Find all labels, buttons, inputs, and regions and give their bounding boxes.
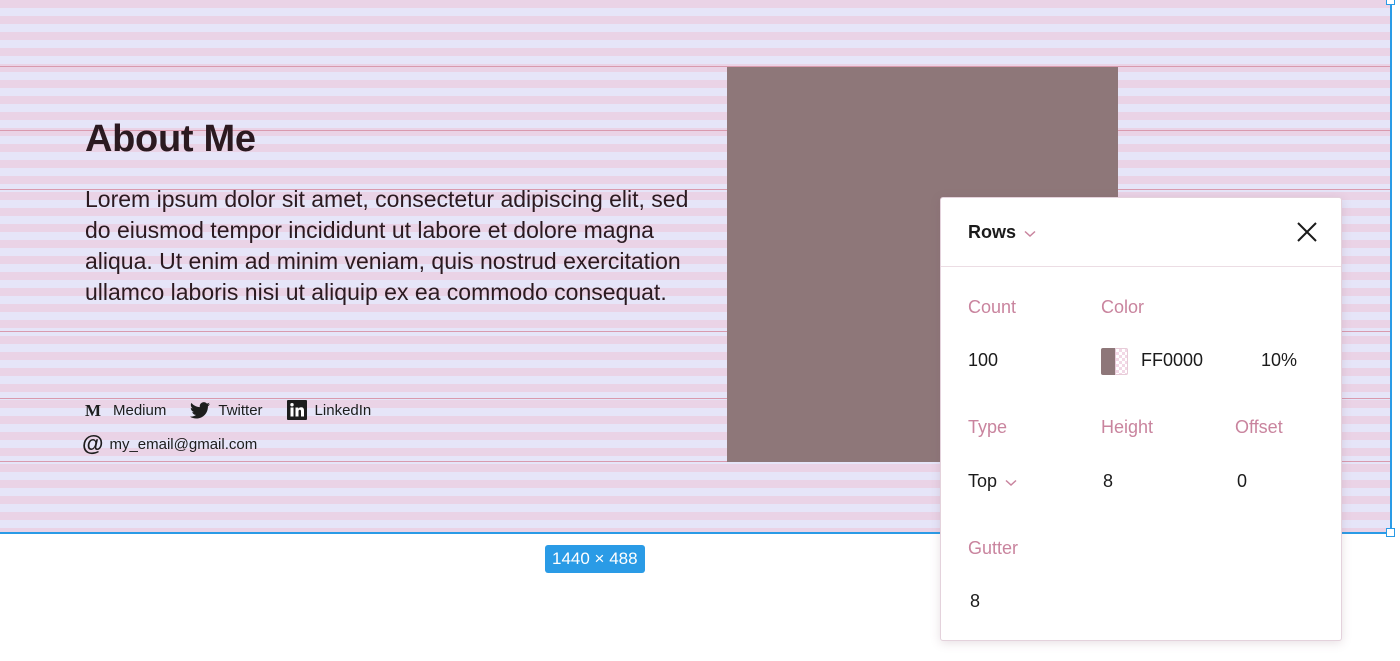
svg-text:M: M (85, 402, 101, 418)
type-label: Type (968, 417, 1008, 437)
medium-icon: M (85, 402, 105, 418)
layout-grid-panel: Rows Count Color 100 FF0000 10% Type Hei… (940, 197, 1342, 641)
social-link-linkedin[interactable]: LinkedIn (286, 400, 372, 420)
panel-header: Rows (941, 198, 1341, 267)
gutter-input[interactable]: 8 (970, 591, 980, 612)
social-links: M Medium Twitter LinkedIn (85, 400, 395, 420)
close-icon[interactable] (1295, 220, 1319, 244)
offset-label: Offset (1235, 417, 1283, 437)
height-input[interactable]: 8 (1103, 471, 1113, 492)
gutter-label: Gutter (968, 538, 1019, 558)
chevron-down-icon (1024, 222, 1036, 243)
color-label: Color (1101, 297, 1145, 317)
social-label: Medium (113, 401, 167, 419)
social-link-twitter[interactable]: Twitter (190, 401, 263, 419)
resize-handle-top-right[interactable] (1386, 0, 1395, 5)
grid-line (0, 66, 1390, 67)
offset-input[interactable]: 0 (1237, 471, 1247, 492)
chevron-down-icon (1005, 471, 1017, 492)
opacity-input[interactable]: 10% (1261, 350, 1297, 371)
count-label: Count (968, 297, 1017, 317)
grid-type-dropdown[interactable]: Rows (968, 222, 1036, 243)
social-link-medium[interactable]: M Medium (85, 402, 166, 419)
email-link[interactable]: @ my_email@gmail.com (82, 433, 257, 455)
at-icon: @ (82, 431, 104, 456)
linkedin-icon (286, 400, 307, 420)
social-label: LinkedIn (314, 401, 372, 419)
social-label: Twitter (218, 401, 263, 419)
about-heading: About Me (85, 118, 256, 160)
color-hex-input[interactable]: FF0000 (1141, 350, 1203, 371)
about-bio: Lorem ipsum dolor sit amet, consectetur … (85, 186, 689, 305)
color-swatch[interactable] (1101, 348, 1128, 375)
type-value: Top (968, 471, 998, 491)
email-text: my_email@gmail.com (109, 435, 258, 453)
panel-title: Rows (968, 222, 1017, 242)
twitter-icon (190, 401, 211, 419)
height-label: Height (1101, 417, 1154, 437)
type-select[interactable]: Top (968, 471, 1017, 492)
count-input[interactable]: 100 (968, 350, 998, 371)
frame-size-badge: 1440 × 488 (545, 545, 645, 573)
resize-handle-bottom-right[interactable] (1386, 528, 1395, 537)
